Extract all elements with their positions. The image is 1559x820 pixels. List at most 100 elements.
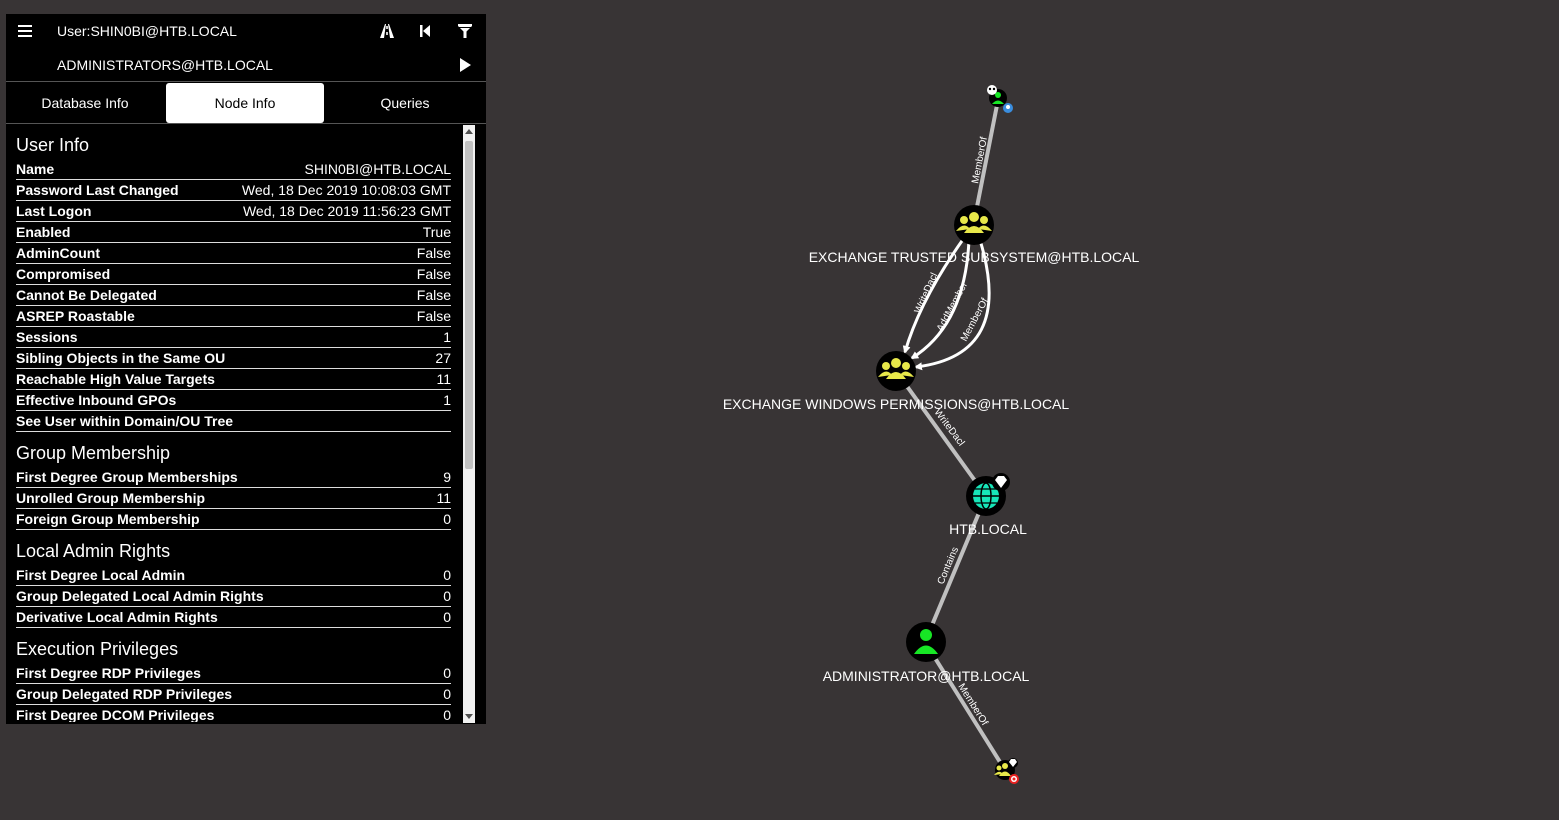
group-node-exchange-trusted[interactable] bbox=[954, 205, 994, 245]
info-row: Cannot Be Delegated False bbox=[16, 285, 451, 306]
info-value: 0 bbox=[443, 588, 451, 604]
info-row: ASREP Roastable False bbox=[16, 306, 451, 327]
user-node-administrator[interactable] bbox=[906, 622, 946, 662]
section-title-local-admin: Local Admin Rights bbox=[16, 541, 171, 561]
info-row: Password Last Changed Wed, 18 Dec 2019 10… bbox=[16, 180, 451, 201]
target-icon bbox=[1009, 774, 1019, 784]
info-label: Compromised bbox=[16, 266, 111, 282]
info-value: 0 bbox=[443, 567, 451, 583]
info-row[interactable]: Group Delegated RDP Privileges 0 bbox=[16, 684, 451, 705]
info-label: Password Last Changed bbox=[16, 182, 179, 198]
node-label-administrator: ADMINISTRATOR@HTB.LOCAL bbox=[823, 668, 1030, 684]
target-node-search-row bbox=[6, 48, 486, 82]
info-value: 11 bbox=[436, 371, 451, 387]
info-label: Last Logon bbox=[16, 203, 92, 219]
tab-database-info[interactable]: Database Info bbox=[6, 83, 164, 123]
info-value: 27 bbox=[435, 350, 451, 366]
info-row[interactable]: First Degree RDP Privileges 0 bbox=[16, 663, 451, 684]
info-row[interactable]: First Degree DCOM Privileges 0 bbox=[16, 705, 451, 722]
diamond-icon bbox=[1008, 758, 1018, 768]
info-row[interactable]: First Degree Group Memberships 9 bbox=[16, 467, 451, 488]
target-node-input[interactable] bbox=[57, 57, 357, 73]
filter-icon[interactable] bbox=[456, 22, 474, 40]
info-value: 9 bbox=[443, 469, 451, 485]
info-row: Enabled True bbox=[16, 222, 451, 243]
info-label: Sibling Objects in the Same OU bbox=[16, 350, 226, 366]
info-label: Derivative Local Admin Rights bbox=[16, 609, 218, 625]
info-label: Foreign Group Membership bbox=[16, 511, 200, 527]
info-row[interactable]: Foreign Group Membership 0 bbox=[16, 509, 451, 530]
info-value: 0 bbox=[443, 511, 451, 527]
info-row[interactable]: Group Delegated Local Admin Rights 0 bbox=[16, 586, 451, 607]
start-node-search-row bbox=[6, 14, 486, 48]
info-value: SHIN0BI@HTB.LOCAL bbox=[304, 161, 451, 177]
info-value: Wed, 18 Dec 2019 11:56:23 GMT bbox=[242, 203, 451, 219]
scroll-down-arrow-icon[interactable] bbox=[465, 714, 473, 719]
info-row-inbound-gpos[interactable]: Effective Inbound GPOs 1 bbox=[16, 390, 451, 411]
info-row[interactable]: Derivative Local Admin Rights 0 bbox=[16, 607, 451, 628]
info-row-sessions[interactable]: Sessions 1 bbox=[16, 327, 451, 348]
info-value: False bbox=[416, 245, 451, 261]
tab-queries[interactable]: Queries bbox=[326, 83, 484, 123]
info-value: 1 bbox=[443, 392, 451, 408]
section-title-group-membership: Group Membership bbox=[16, 443, 171, 463]
section-title-execution: Execution Privileges bbox=[16, 639, 179, 659]
info-label: First Degree RDP Privileges bbox=[16, 665, 201, 681]
node-label-exchange-trusted: EXCHANGE TRUSTED SUBSYSTEM@HTB.LOCAL bbox=[809, 249, 1140, 265]
side-panel: Database Info Node Info Queries User Inf… bbox=[6, 14, 486, 724]
info-label: Group Delegated RDP Privileges bbox=[16, 686, 233, 702]
start-user-node[interactable] bbox=[987, 85, 1013, 113]
info-label: Reachable High Value Targets bbox=[16, 371, 215, 387]
info-label: Enabled bbox=[16, 224, 71, 240]
info-row[interactable]: Unrolled Group Membership 11 bbox=[16, 488, 451, 509]
scroll-thumb[interactable] bbox=[465, 141, 473, 469]
info-value: 1 bbox=[443, 329, 451, 345]
panel-scrollbar[interactable] bbox=[463, 125, 475, 723]
info-row[interactable]: First Degree Local Admin 0 bbox=[16, 565, 451, 586]
info-value: False bbox=[416, 266, 451, 282]
info-label: Unrolled Group Membership bbox=[16, 490, 206, 506]
info-value: 0 bbox=[443, 686, 451, 702]
skull-icon bbox=[987, 85, 997, 95]
info-row-sibling-objects[interactable]: Sibling Objects in the Same OU 27 bbox=[16, 348, 451, 369]
menu-icon[interactable] bbox=[18, 23, 32, 39]
info-row-domain-ou-tree[interactable]: See User within Domain/OU Tree bbox=[16, 411, 451, 432]
info-value: 0 bbox=[443, 665, 451, 681]
diamond-icon bbox=[992, 473, 1010, 491]
scroll-up-arrow-icon[interactable] bbox=[465, 129, 473, 134]
info-label: Group Delegated Local Admin Rights bbox=[16, 588, 264, 604]
edge-memberof-3[interactable] bbox=[923, 640, 1007, 772]
info-label: ASREP Roastable bbox=[16, 308, 135, 324]
info-label: Name bbox=[16, 161, 55, 177]
edge-contains[interactable] bbox=[923, 495, 988, 643]
info-row: Name SHIN0BI@HTB.LOCAL bbox=[16, 159, 451, 180]
node-info-content: User Info Name SHIN0BI@HTB.LOCAL Password… bbox=[16, 124, 451, 722]
info-label: Effective Inbound GPOs bbox=[16, 392, 177, 408]
play-icon[interactable] bbox=[456, 56, 474, 74]
section-title-user-info: User Info bbox=[16, 135, 90, 155]
node-label-exchange-windows: EXCHANGE WINDOWS PERMISSIONS@HTB.LOCAL bbox=[723, 396, 1070, 412]
info-label: First Degree DCOM Privileges bbox=[16, 707, 215, 722]
info-value: 11 bbox=[436, 490, 451, 506]
info-value: 0 bbox=[443, 707, 451, 722]
info-label: First Degree Group Memberships bbox=[16, 469, 238, 485]
group-node-exchange-windows[interactable] bbox=[876, 351, 916, 391]
back-icon[interactable] bbox=[416, 22, 434, 40]
edge-writedacl-2[interactable] bbox=[894, 369, 988, 498]
start-node-input[interactable] bbox=[57, 23, 357, 39]
info-value: Wed, 18 Dec 2019 10:08:03 GMT bbox=[241, 182, 451, 198]
info-label: Sessions bbox=[16, 329, 78, 345]
location-pin-icon bbox=[1003, 103, 1013, 113]
info-label: See User within Domain/OU Tree bbox=[16, 413, 234, 429]
info-label: Cannot Be Delegated bbox=[16, 287, 157, 303]
pathfinding-icon[interactable] bbox=[378, 22, 396, 40]
info-row: AdminCount False bbox=[16, 243, 451, 264]
info-row: Compromised False bbox=[16, 264, 451, 285]
tab-bar: Database Info Node Info Queries bbox=[6, 83, 486, 124]
info-row-high-value-targets[interactable]: Reachable High Value Targets 11 bbox=[16, 369, 451, 390]
info-value: False bbox=[416, 287, 451, 303]
tab-node-info[interactable]: Node Info bbox=[166, 83, 324, 123]
info-value: 0 bbox=[443, 609, 451, 625]
info-label: AdminCount bbox=[16, 245, 100, 261]
info-value: True bbox=[422, 224, 451, 240]
